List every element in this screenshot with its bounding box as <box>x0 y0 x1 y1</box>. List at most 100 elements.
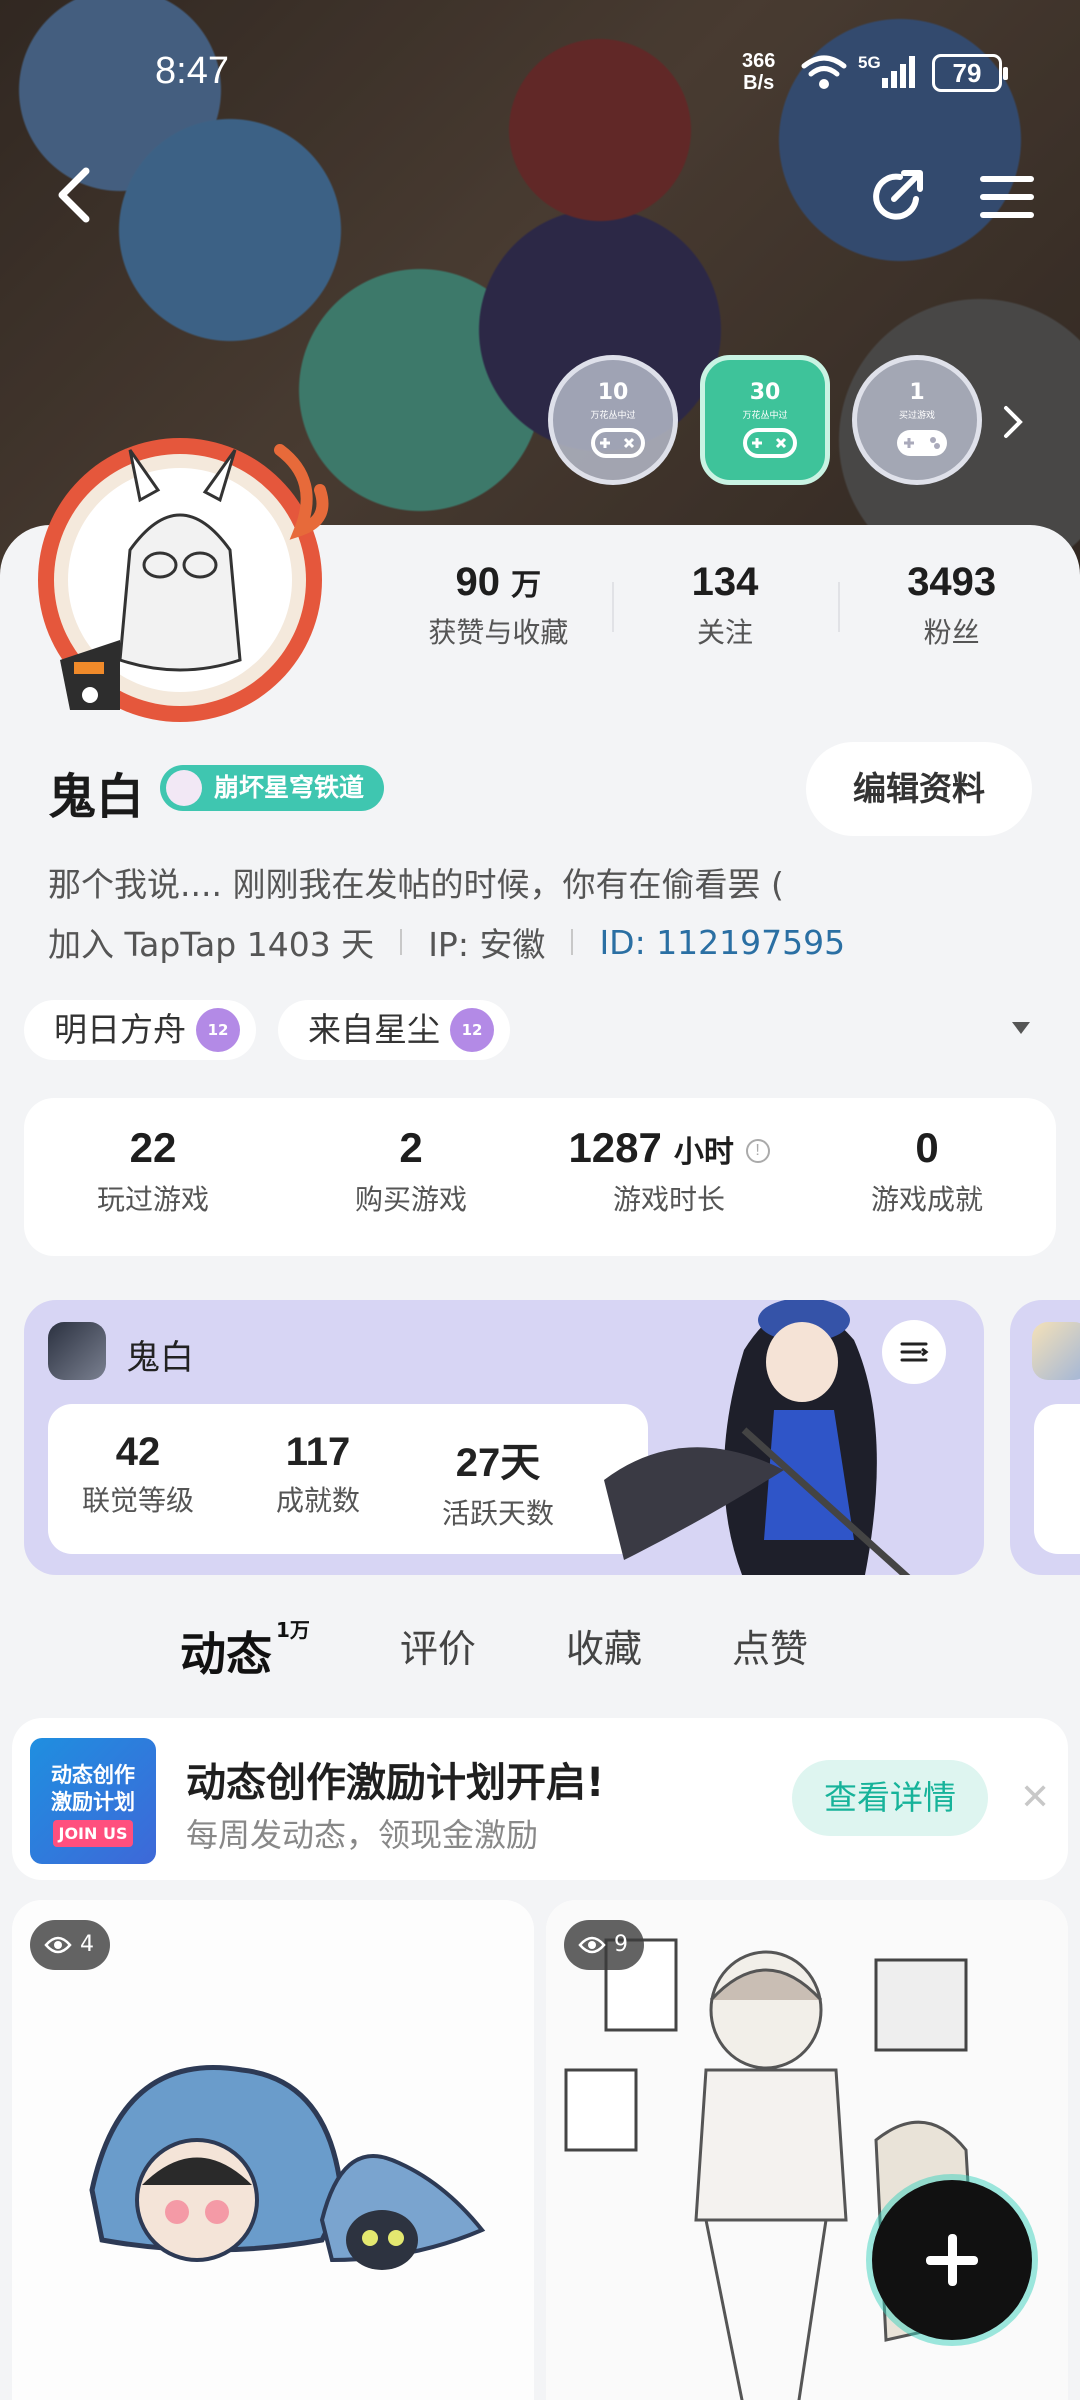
view-details-button[interactable]: 查看详情 <box>792 1760 988 1836</box>
tab-posts[interactable]: 动态 1万 <box>180 1618 310 1684</box>
edit-profile-button[interactable]: 编辑资料 <box>806 742 1032 836</box>
net-speed: 366 B/s <box>742 50 775 94</box>
stat-achievements[interactable]: 0 游戏成就 <box>798 1098 1056 1256</box>
game-card-stats: 42 联觉等级 117 成就数 27天 活跃天数 <box>48 1404 648 1554</box>
share-icon[interactable] <box>866 165 930 229</box>
menu-icon[interactable] <box>978 172 1036 222</box>
badge-item[interactable]: 1 买过游戏 <box>852 355 982 485</box>
promo-banner[interactable]: 动态创作 激励计划 JOIN US 动态创作激励计划开启! 每周发动态，领现金激… <box>12 1718 1068 1880</box>
stat-purchased-games[interactable]: 2 购买游戏 <box>282 1098 540 1256</box>
profile-stats: 90 万 获赞与收藏 134 关注 3493 粉丝 <box>385 560 1065 660</box>
stat-value: 0 <box>915 1124 939 1171</box>
stat-label: 成就数 <box>275 1484 360 1517</box>
stat-likes-label: 获赞与收藏 <box>428 616 569 649</box>
joined-days: 加入 TapTap 1403 天 <box>48 925 375 964</box>
view-count-value: 9 <box>614 1932 628 1957</box>
create-post-button[interactable] <box>872 2180 1032 2340</box>
stat-label: 玩过游戏 <box>96 1183 209 1216</box>
stat-followers-value: 3493 <box>907 560 997 604</box>
game-player-name: 鬼白 <box>126 1338 194 1378</box>
stat-followers-label: 粉丝 <box>923 616 980 649</box>
divider <box>400 929 403 955</box>
game-profile-card[interactable]: 鬼白 42 联觉等级 117 成就数 27天 活跃天数 <box>24 1300 984 1575</box>
post-card[interactable]: 4 <box>12 1900 534 2400</box>
game-tag-icon <box>166 770 202 806</box>
stat-likes-value: 90 <box>455 560 501 604</box>
net-speed-unit: B/s <box>743 72 775 94</box>
chevron-right-icon[interactable] <box>1002 402 1026 442</box>
game-card-stat: 117 成就数 <box>228 1404 408 1554</box>
stat-likes[interactable]: 90 万 获赞与收藏 <box>385 560 612 660</box>
badge-caption: 买过游戏 <box>898 411 935 421</box>
game-profile-card-next[interactable] <box>1010 1300 1080 1575</box>
stat-following-value: 134 <box>691 560 759 604</box>
game-tag-chip-label: 来自星尘 <box>308 1010 440 1049</box>
promo-subtitle: 每周发动态，领现金激励 <box>186 1816 539 1854</box>
stat-value: 2 <box>399 1124 423 1171</box>
gamepad-icon <box>591 428 645 458</box>
stat-label: 活跃天数 <box>441 1497 554 1530</box>
badge-caption: 万花丛中过 <box>590 411 636 421</box>
stat-play-time[interactable]: 1287 小时 ! 游戏时长 <box>540 1098 798 1256</box>
stat-followers[interactable]: 3493 粉丝 <box>838 560 1065 660</box>
tab-favorites[interactable]: 收藏 <box>566 1618 642 1684</box>
tab-reviews[interactable]: 评价 <box>400 1618 476 1684</box>
avatar[interactable] <box>30 410 350 730</box>
expand-tags-icon[interactable] <box>1012 1022 1030 1034</box>
badge-item[interactable]: 10 万花丛中过 <box>548 355 678 485</box>
game-avatar <box>48 1322 106 1380</box>
stat-value: 117 <box>285 1430 351 1474</box>
content-tabs: 动态 1万 评价 收藏 点赞 <box>180 1618 898 1684</box>
promo-image: 动态创作 激励计划 JOIN US <box>30 1738 156 1864</box>
tab-count: 1万 <box>276 1618 310 1642</box>
post-image <box>12 1900 534 2400</box>
stat-played-games[interactable]: 22 玩过游戏 <box>24 1098 282 1256</box>
close-icon[interactable]: ✕ <box>1020 1778 1050 1818</box>
tab-likes[interactable]: 点赞 <box>732 1618 808 1684</box>
status-bar: 8:47 366 B/s 5G 79 <box>0 40 1080 110</box>
view-count: 4 <box>30 1920 110 1970</box>
promo-image-tag: JOIN US <box>52 1820 134 1847</box>
user-meta: 加入 TapTap 1403 天 IP: 安徽 ID: 112197595 <box>48 918 845 966</box>
divider <box>571 929 574 955</box>
stat-label: 游戏成就 <box>870 1183 983 1216</box>
game-stats-card: 22 玩过游戏 2 购买游戏 1287 小时 ! 游戏时长 0 游戏成就 <box>24 1098 1056 1256</box>
badge-number: 30 <box>749 380 781 405</box>
badge-number: 10 <box>597 380 629 405</box>
ip-location: IP: 安徽 <box>428 925 546 964</box>
stat-value: 42 <box>115 1430 161 1474</box>
game-tag-chip[interactable]: 来自星尘 12 <box>278 1000 510 1060</box>
stat-label: 购买游戏 <box>354 1183 467 1216</box>
wifi-icon <box>801 55 847 89</box>
stat-following[interactable]: 134 关注 <box>611 560 839 660</box>
network-type-label: 5G <box>858 53 881 72</box>
game-card-stats <box>1034 1404 1080 1554</box>
level-badge-icon: 12 <box>450 1008 494 1052</box>
game-tag[interactable]: 崩坏星穹铁道 <box>160 765 385 811</box>
tab-label: 动态 <box>180 1627 272 1681</box>
eye-icon <box>578 1936 606 1954</box>
badge-caption: 万花丛中过 <box>742 411 788 421</box>
status-time: 8:47 <box>155 50 229 92</box>
game-tag-chip[interactable]: 明日方舟 12 <box>24 1000 256 1060</box>
badge-number: 1 <box>909 380 925 405</box>
eye-icon <box>44 1936 72 1954</box>
chevron-left-icon[interactable] <box>50 165 100 225</box>
badge-item[interactable]: 30 万花丛中过 <box>700 355 830 485</box>
game-card-stat: 42 联觉等级 <box>48 1404 228 1554</box>
level-badge-icon: 12 <box>196 1008 240 1052</box>
stat-value: 22 <box>129 1124 177 1171</box>
game-tag-chip-label: 明日方舟 <box>54 1010 186 1049</box>
user-id[interactable]: ID: 112197595 <box>599 923 845 962</box>
info-icon[interactable]: ! <box>745 1138 770 1163</box>
game-card-stat: 27天 活跃天数 <box>408 1404 588 1554</box>
gamepad-icon <box>743 428 797 458</box>
list-toggle-button[interactable] <box>882 1320 946 1384</box>
net-speed-value: 366 <box>742 50 776 72</box>
stat-value: 27天 <box>455 1441 541 1485</box>
game-avatar <box>1032 1322 1080 1380</box>
promo-image-line: 动态创作 <box>51 1763 135 1787</box>
gamepad-icon <box>897 430 947 456</box>
view-count: 9 <box>564 1920 644 1970</box>
stat-following-label: 关注 <box>697 616 754 649</box>
